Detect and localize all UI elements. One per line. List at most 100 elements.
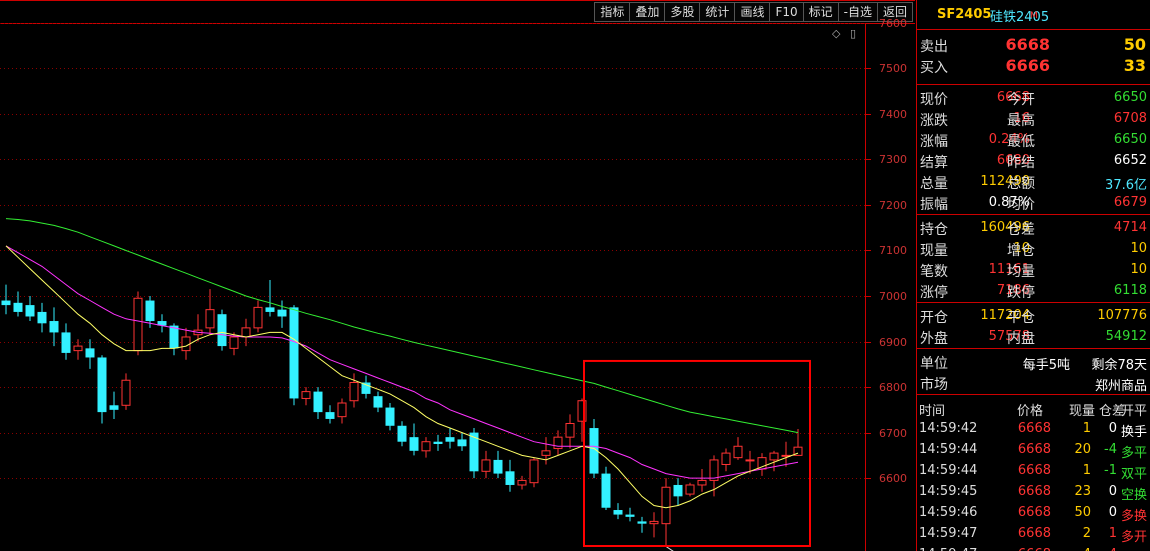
stat-row: 总量 112490 总额 37.6亿 xyxy=(917,171,1150,193)
candle-body xyxy=(565,422,575,438)
stat-label: 涨跌 xyxy=(920,113,948,129)
price-tick-label: 7600 xyxy=(879,16,907,30)
trade-volume: 20 xyxy=(1074,442,1091,457)
instrument-marker: M xyxy=(1030,11,1038,21)
stat-label: 振幅 xyxy=(920,197,948,213)
stat-label: 平仓 xyxy=(1007,310,1035,326)
price-tick-label: 7100 xyxy=(879,243,907,257)
trade-row[interactable]: 14:59:44 6668 1 -1 双平 xyxy=(917,460,1150,482)
stat-label: 结算 xyxy=(920,155,948,171)
trade-price: 6668 xyxy=(1017,505,1051,520)
trade-row[interactable]: 14:59:42 6668 1 0 换手 xyxy=(917,418,1150,440)
trade-position-change: 0 xyxy=(1108,484,1117,499)
toolbar-indicator-button[interactable]: 指标 xyxy=(594,2,631,22)
instrument-name: 硅铁2405 xyxy=(990,10,1050,25)
candle-body xyxy=(697,479,707,486)
candle-body xyxy=(601,473,611,508)
candle-body xyxy=(481,459,491,472)
stat-value: 6650 xyxy=(1113,132,1147,147)
instrument-code: SF2405 xyxy=(937,7,992,22)
stat-label: 跌停 xyxy=(1007,285,1035,301)
ma-short-line xyxy=(5,245,799,509)
stat-label: 均价 xyxy=(1007,197,1035,213)
trade-time: 14:59:44 xyxy=(919,463,978,478)
candle-body xyxy=(145,300,155,322)
candle-body xyxy=(121,379,131,406)
trade-price: 6668 xyxy=(1017,526,1051,541)
candle-body xyxy=(133,297,143,352)
ask-volume: 50 xyxy=(1123,35,1146,54)
stat-label: 增仓 xyxy=(1007,243,1035,259)
market-value: 郑州商品 xyxy=(1094,379,1147,394)
bid-row: 买入 6666 33 xyxy=(917,55,1150,76)
candle-body xyxy=(421,441,431,452)
diamond-icon[interactable]: ◇ xyxy=(832,27,840,40)
trade-time: 14:59:46 xyxy=(919,505,978,520)
candle-body xyxy=(181,336,191,352)
trade-row[interactable]: 14:59:46 6668 50 0 多换 xyxy=(917,502,1150,524)
toolbar-f10-button[interactable]: F10 xyxy=(770,2,804,22)
ask-row: 卖出 6668 50 xyxy=(917,34,1150,55)
trade-volume: 4 xyxy=(1055,547,1091,551)
trade-ticks[interactable]: 时间 价格 现量 仓差 开平 14:59:42 6668 1 0 换手 14:59:44 6… xyxy=(917,395,1150,551)
candle-body xyxy=(637,521,647,524)
trade-row[interactable]: 14:59:47 6668 44 双开 xyxy=(917,544,1150,551)
remaining-days: 剩余78天 xyxy=(1091,358,1147,373)
ask-price: 6668 xyxy=(1005,35,1050,54)
kline-chart-area[interactable]: ←6450 指标叠加多股统计画线F10标记-自选返回 ◇ ▯ 6600 6700 6… xyxy=(0,0,915,551)
candle-body xyxy=(265,307,275,312)
stat-label: 涨停 xyxy=(920,285,948,301)
trade-volume: 1 xyxy=(1082,463,1091,478)
trade-volume: 1 xyxy=(1082,421,1091,436)
toolbar-mark-button[interactable]: 标记 xyxy=(803,2,839,22)
toolbar-stats-button[interactable]: 统计 xyxy=(700,2,736,22)
stat-value: 6652 xyxy=(1113,153,1147,168)
toolbar-watchlist-button[interactable]: -自选 xyxy=(838,2,878,22)
candle-body xyxy=(685,484,695,495)
stat-value: 6118 xyxy=(1113,283,1147,298)
candle-body xyxy=(1,300,11,306)
candle-body xyxy=(205,309,215,329)
candle-body xyxy=(769,452,779,461)
stat-label: 昨结 xyxy=(1007,155,1035,171)
stat-value: 6650 xyxy=(1113,90,1147,105)
candle-body xyxy=(505,471,515,485)
toolbar-overlay-button[interactable]: 叠加 xyxy=(630,2,666,22)
stat-value: 10 xyxy=(1130,241,1147,256)
stat-label: 持仓 xyxy=(920,222,948,238)
contract-info: 单位 每手5吨 剩余78天 市场 郑州商品 xyxy=(917,349,1150,395)
window-toggle-icon[interactable]: ▯ xyxy=(850,27,856,40)
trade-type: 多开 xyxy=(1121,530,1148,545)
stat-value: 10 xyxy=(1130,262,1147,277)
trade-position-change: 1 xyxy=(1108,526,1117,541)
stat-label: 总额 xyxy=(1007,176,1035,192)
unit-label: 单位 xyxy=(920,356,948,372)
trade-position-change: -4 xyxy=(1104,442,1117,457)
candle-body xyxy=(529,459,539,484)
trade-type: 双开 xyxy=(1121,547,1147,551)
market-label: 市场 xyxy=(920,377,948,393)
candle-body xyxy=(37,311,47,324)
candle-body xyxy=(229,336,239,349)
trade-row[interactable]: 14:59:44 6668 20 -4 多平 xyxy=(917,439,1150,461)
trade-row[interactable]: 14:59:45 6668 23 0 空换 xyxy=(917,481,1150,503)
stat-value: 107776 xyxy=(1097,308,1147,323)
kline-chart[interactable]: ←6450 xyxy=(0,0,915,551)
order-book: 卖出 6668 50 买入 6666 33 xyxy=(917,30,1150,85)
trade-position-change: 4 xyxy=(1093,547,1117,551)
trade-price: 6668 xyxy=(1017,484,1051,499)
candle-body xyxy=(493,459,503,474)
trade-row[interactable]: 14:59:47 6668 2 1 多开 xyxy=(917,523,1150,545)
trade-price: 6668 xyxy=(1017,421,1051,436)
price-tick-label: 7000 xyxy=(879,289,907,303)
toolbar-draw-button[interactable]: 画线 xyxy=(735,2,771,22)
stat-label: 仓差 xyxy=(1007,222,1035,238)
price-tick-label: 6600 xyxy=(879,471,907,485)
stat-row: 现价 6668 今开 6650 xyxy=(917,87,1150,108)
candle-body xyxy=(385,407,395,426)
flow-stats: 开仓 117204 平仓 107776 外盘 57578 内盘 54912 xyxy=(917,303,1150,349)
candle-body xyxy=(409,437,419,451)
trade-price: 6668 xyxy=(1017,463,1051,478)
stat-row: 涨跌 16 最高 6708 xyxy=(917,108,1150,129)
toolbar-multi-button[interactable]: 多股 xyxy=(665,2,701,22)
